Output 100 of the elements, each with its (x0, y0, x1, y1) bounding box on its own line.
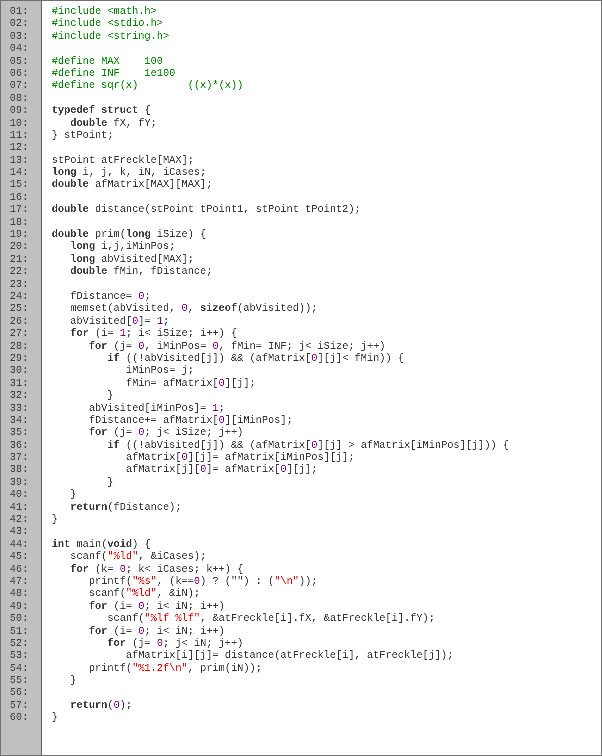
code-line: scanf("%ld", &iN); (88, 588, 200, 600)
line-number: 17: (10, 204, 29, 217)
code-line: return(0); (70, 700, 132, 712)
code-line: #include <math.h> (52, 6, 158, 18)
line-number: 12: (10, 142, 29, 155)
line-number: 25: (10, 303, 29, 316)
line-number: 13: (10, 154, 29, 168)
code-line: iMinPos= j; (125, 365, 194, 378)
line-number: 29: (10, 352, 29, 366)
code-line: if ((!abVisited[j]) && (afMatrix[0][j] > afMatrix[iMinPos][j])) { (106, 440, 510, 452)
code-line: for (i= 0; i< iN; i++) (88, 600, 226, 613)
line-number: 37: (10, 452, 29, 464)
code-line: double afMatrix[MAX][MAX]; (52, 179, 213, 192)
code-line: #include <string.h> (52, 30, 170, 43)
code-line: #define INF 1e100 (52, 68, 176, 80)
code-line: } (106, 476, 114, 489)
line-number: 36: (10, 440, 29, 452)
line-number: 22: (10, 266, 29, 279)
line-number: 54: (10, 662, 29, 676)
line-number: 26: (10, 316, 29, 328)
code-line: } (70, 489, 77, 502)
line-number: 32: (10, 390, 29, 403)
code-line: return(fDistance); (70, 502, 182, 514)
code-line: stPoint atFreckle[MAX]; (52, 154, 194, 167)
line-number: 15: (10, 179, 29, 192)
code-line: for (k= 0; k< iCases; k++) { (70, 564, 244, 576)
code-line: fDistance= 0; (70, 290, 151, 303)
code-line: fMin= afMatrix[0][j]; (125, 378, 256, 390)
line-number: 23: (10, 278, 29, 291)
line-number: 57: (10, 700, 29, 712)
line-number: 21: (10, 254, 29, 266)
line-number: 06: (10, 68, 29, 80)
code-line: } (52, 712, 58, 724)
code-line: int main(void) { (52, 538, 151, 551)
line-number: 50: (10, 613, 29, 626)
line-number: 11: (10, 130, 29, 142)
code-line: } stPoint; (52, 130, 114, 142)
line-number: 35: (10, 427, 29, 440)
code-line: for (j= 0, iMinPos= 0, fMin= INF; j< iSize; j++) (88, 340, 386, 353)
line-number: 30: (10, 365, 29, 378)
code-line: long i,j,iMinPos; (70, 241, 176, 254)
code-line: #define MAX 100 (52, 56, 164, 68)
code-line: afMatrix[0][j]= afMatrix[iMinPos][j]; (125, 452, 355, 464)
line-number: 16: (10, 192, 29, 204)
code-line: afMatrix[j][0]= afMatrix[0][j]; (125, 464, 318, 476)
line-number: 45: (10, 551, 29, 564)
line-number: 56: (10, 687, 29, 700)
line-number: 34: (10, 414, 29, 428)
code-line: double fX, fY; (70, 118, 158, 130)
line-number: 28: (10, 340, 29, 353)
line-number: 24: (10, 290, 29, 304)
line-number: 41: (10, 502, 29, 514)
code-line: for (i= 1; i< iSize; i++) { (70, 328, 238, 340)
line-number: 08: (10, 92, 29, 106)
line-number: 03: (10, 30, 29, 44)
line-number: 44: (10, 538, 29, 552)
code-line: printf("%s", (k==0) ? ("") : ("\n")); (88, 576, 318, 588)
line-number: 04: (10, 43, 29, 56)
line-number: 01: (10, 6, 29, 18)
line-number: 33: (10, 402, 29, 415)
line-number: 55: (10, 675, 29, 688)
line-number: 19: (10, 229, 29, 242)
code-line: long i, j, k, iN, iCases; (52, 167, 206, 180)
code-line: double prim(long iSize) { (52, 229, 206, 242)
code-line: } (52, 514, 58, 526)
code-line: double distance(stPoint tPoint1, stPoint tPoint2); (52, 204, 361, 216)
code-line: for (j= 0; j< iN; j++) (106, 638, 244, 650)
line-number: 60: (10, 712, 29, 725)
line-number: 09: (10, 105, 29, 118)
code-line: memset(abVisited, 0, sizeof(abVisited)); (70, 303, 318, 316)
line-number: 38: (10, 464, 29, 477)
code-line: for (i= 0; i< iN; i++) (88, 626, 226, 638)
line-number: 14: (10, 167, 29, 180)
line-number: 46: (10, 564, 29, 576)
code-line: typedef struct { (52, 105, 151, 118)
line-number: 02: (10, 18, 29, 31)
line-number: 10: (10, 118, 29, 130)
line-number: 52: (10, 638, 29, 650)
line-number: 27: (10, 328, 29, 341)
line-number: 39: (10, 476, 29, 490)
line-number: 49: (10, 600, 29, 614)
code-line: } (106, 390, 114, 402)
code-line: #define sqr(x) ((x)*(x)) (52, 80, 244, 92)
line-number: 43: (10, 526, 29, 539)
line-number: 07: (10, 80, 29, 93)
code-line: abVisited[iMinPos]= 1; (88, 402, 226, 414)
line-number: 51: (10, 626, 29, 638)
code-line: #include <stdio.h> (52, 18, 164, 30)
code-line: } (70, 675, 77, 688)
line-number: 42: (10, 514, 29, 526)
line-number: 31: (10, 378, 29, 390)
code-line: scanf("%ld", &iCases); (70, 551, 207, 564)
line-number: 20: (10, 241, 29, 254)
line-number: 53: (10, 650, 29, 663)
code-line: abVisited[0]= 1; (70, 316, 170, 328)
code-line: fDistance+= afMatrix[0][iMinPos]; (88, 414, 294, 427)
line-number: 18: (10, 216, 29, 230)
code-line: scanf("%lf %lf", &atFreckle[i].fX, &atFreckle[i].fY); (107, 613, 436, 626)
line-number: 40: (10, 489, 29, 502)
code-line: long abVisited[MAX]; (70, 254, 194, 266)
